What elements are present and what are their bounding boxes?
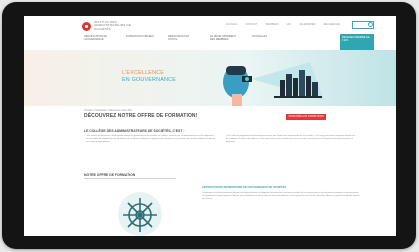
main-nav-item-developpement[interactable]: LE DÉVELOPPEMENT DES MEMBRES — [210, 35, 238, 41]
banner-slogan: L'EXCELLENCE EN GOUVERNANCE — [122, 70, 176, 83]
offer-title: NOTRE OFFRE DE FORMATION — [84, 173, 136, 177]
divider — [84, 178, 176, 179]
intro-text-right: • Une offre de programmes de formation r… — [226, 135, 356, 144]
tablet-frame: INSTITUT DES ADMINISTRATEURS DE SOCIÉTÉS… — [2, 2, 416, 249]
hero-banner: L'EXCELLENCE EN GOUVERNANCE — [24, 50, 396, 106]
logo-mark-icon — [82, 21, 91, 31]
banner-illustration — [223, 62, 324, 106]
page-title: DÉCOUVREZ NOTRE OFFRE DE FORMATION! — [84, 113, 198, 119]
main-nav-item-certification[interactable]: CERTIFICATION EN GOUVERNANCE — [84, 35, 112, 41]
section-title: LE COLLÈGE DES ADMINISTRATEURS DE SOCIÉT… — [84, 129, 185, 133]
program-title[interactable]: CERTIFICATION UNIVERSITAIRE EN GOUVERNAN… — [202, 186, 286, 189]
ship-wheel-icon — [123, 198, 157, 232]
main-nav-item-formations[interactable]: FORMATIONS CIBLÉES — [126, 35, 154, 41]
intro-text-left: • Un réseau de formation et d'informatio… — [86, 135, 216, 144]
site-header: INSTITUT DES ADMINISTRATEURS DE SOCIÉTÉS… — [24, 16, 396, 50]
logo-text: INSTITUT DES ADMINISTRATEURS DE SOCIÉTÉS — [94, 20, 132, 31]
main-nav-item-nouvelles[interactable]: NOUVELLES — [252, 35, 280, 41]
program-description: Programme de perfectionnement destiné au… — [202, 192, 360, 201]
slogan-line-2: EN GOUVERNANCE — [122, 76, 177, 83]
become-member-button[interactable]: DEVENEZ MEMBRE DE L'IAS — [340, 34, 374, 50]
screen: INSTITUT DES ADMINISTRATEURS DE SOCIÉTÉS… — [24, 16, 396, 236]
top-nav-item-recherche[interactable]: RECHERCHE — [324, 23, 340, 26]
top-nav-item-calendrier[interactable]: CALENDRIER — [299, 23, 316, 26]
slogan-line-1: L'EXCELLENCE — [122, 70, 165, 76]
top-nav-item-contact[interactable]: CONTACT — [245, 23, 257, 26]
main-navigation: CERTIFICATION EN GOUVERNANCE FORMATIONS … — [84, 35, 280, 41]
top-nav-item-membres[interactable]: MEMBRES — [266, 23, 279, 26]
top-nav-item-ias[interactable]: IAS — [287, 23, 291, 26]
subscribe-button[interactable]: S'INSCRIRE AUX FORMATIONS — [286, 114, 326, 120]
breadcrumb[interactable]: Accueil > Formations > Découvrez notre o… — [84, 109, 132, 112]
top-nav-item-accueil[interactable]: ACCUEIL — [226, 23, 237, 26]
main-nav-item-ressources[interactable]: RESSOURCES ET OUTILS — [168, 35, 196, 41]
top-navigation: ACCUEIL CONTACT MEMBRES IAS CALENDRIER R… — [226, 23, 340, 26]
search-icon[interactable] — [368, 22, 373, 27]
site-logo[interactable]: INSTITUT DES ADMINISTRATEURS DE SOCIÉTÉS — [82, 20, 134, 31]
